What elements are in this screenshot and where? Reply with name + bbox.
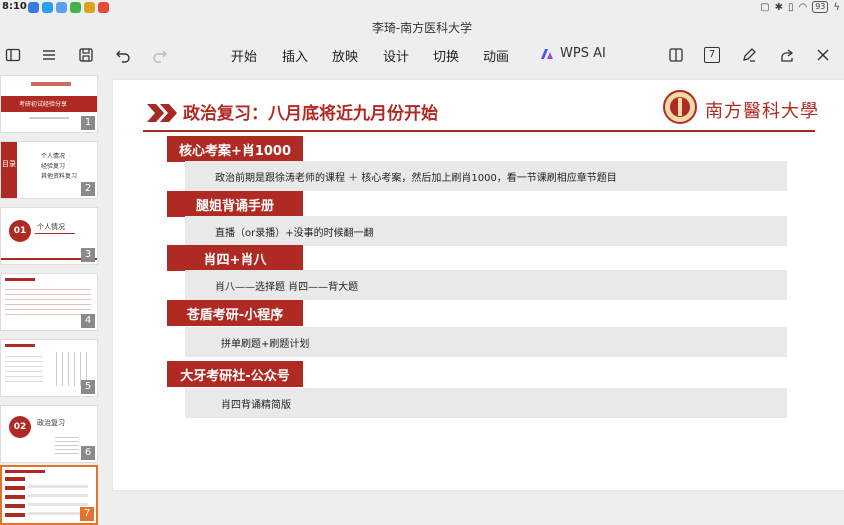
layout-icon[interactable] [665, 44, 687, 66]
thumb-number: 5 [81, 380, 95, 394]
thumb-number: 3 [81, 248, 95, 262]
title-divider [143, 130, 815, 132]
slide-thumbnail-7[interactable]: 7 [0, 465, 98, 525]
thumb-2-item: 其他资料复习 [41, 173, 78, 180]
slide-title: 政治复习：八月底将近九月份开始 [183, 104, 438, 124]
toolbar: 开始 插入 放映 设计 切换 动画 WPS AI 7 [0, 40, 844, 70]
thumb-number: 7 [80, 507, 94, 521]
status-bar: 8:10 ▢ ✱ ▯ ◠ 93 ϟ [0, 0, 844, 16]
thumb-content [28, 479, 88, 517]
battery-indicator: 93 [812, 1, 829, 13]
pen-icon[interactable] [738, 44, 760, 66]
bluetooth-icon: ✱ [774, 1, 783, 13]
thumb-3-title: 个人情况 [37, 223, 65, 231]
slide-thumbnail-5[interactable]: 5 [0, 339, 98, 397]
thumb-1-title: 考研初试经验分享 [19, 101, 68, 108]
app-icon [98, 2, 109, 13]
thumb-side-band [1, 142, 17, 198]
university-logo: 南方醫科大學 [663, 88, 841, 128]
slide-canvas[interactable]: 政治复习：八月底将近九月份开始 南方醫科大學 核心考案+肖1000 政治前期是跟… [113, 80, 844, 490]
slide-thumbnail-2[interactable]: 目录 个人情况 经验复习 其他资料复习 2 [0, 141, 98, 199]
university-emblem-icon [663, 90, 697, 124]
status-app-icons [28, 2, 109, 13]
thumb-6-title: 政治复习 [37, 419, 65, 427]
wps-ai-label: WPS AI [560, 46, 606, 61]
section-body: 直播（or录播）+没事的时候翻一翻 [185, 216, 787, 246]
thumb-block [5, 504, 25, 508]
app-icon [28, 2, 39, 13]
menu-icon[interactable] [38, 44, 60, 66]
thumb-number: 1 [81, 116, 95, 130]
thumb-line [35, 233, 75, 234]
slide-thumbnails-panel: 考研初试经验分享 1 目录 个人情况 经验复习 其他资料复习 2 01 个人情况… [0, 70, 100, 525]
thumb-line [29, 117, 69, 119]
university-name: 南方醫科大學 [705, 101, 819, 122]
thumb-logo-mark [31, 82, 71, 86]
slide-thumbnail-4[interactable]: 4 [0, 273, 98, 331]
close-icon[interactable] [812, 44, 834, 66]
app-icon [42, 2, 53, 13]
thumb-block [5, 477, 25, 481]
thumb-3-number: 01 [9, 220, 31, 242]
menu-start[interactable]: 开始 [231, 46, 257, 65]
slide-thumbnail-3[interactable]: 01 个人情况 3 [0, 207, 98, 265]
section-heading: 大牙考研社-公众号 [167, 361, 303, 387]
menu-transition[interactable]: 切换 [433, 46, 459, 65]
thumb-line [5, 470, 45, 473]
undo-icon[interactable] [112, 44, 134, 66]
section-heading: 核心考案+肖1000 [167, 136, 303, 162]
page-number-icon[interactable]: 7 [701, 44, 723, 66]
app-icon [84, 2, 95, 13]
document-title: 李琦-南方医科大学 [371, 21, 473, 35]
section-heading: 腿姐背诵手册 [167, 191, 303, 217]
thumb-line [5, 344, 35, 347]
thumb-number: 4 [81, 314, 95, 328]
wps-ai-button[interactable]: WPS AI [540, 46, 606, 61]
thumb-block [5, 486, 25, 490]
status-indicators: ▢ ✱ ▯ ◠ 93 ϟ [760, 1, 840, 13]
thumb-content [5, 285, 91, 319]
thumb-2-item: 经验复习 [41, 163, 66, 170]
thumb-2-title: 目录 [2, 160, 16, 168]
app-icon [70, 2, 81, 13]
thumb-6-number: 02 [9, 416, 31, 438]
thumb-line [5, 278, 35, 281]
thumb-2-item: 个人情况 [41, 153, 66, 160]
charging-icon: ϟ [833, 1, 840, 13]
menu-design[interactable]: 设计 [383, 46, 409, 65]
thumb-number: 2 [81, 182, 95, 196]
section-heading: 苍盾考研-小程序 [167, 300, 303, 326]
double-chevron-icon [147, 104, 177, 122]
thumb-block [5, 495, 25, 499]
wps-ai-logo-icon [540, 48, 554, 60]
slide-thumbnail-6[interactable]: 02 政治复习 6 [0, 405, 98, 463]
slide-thumbnail-1[interactable]: 考研初试经验分享 1 [0, 75, 98, 133]
thumb-content [55, 434, 79, 454]
vibrate-icon: ▯ [787, 1, 794, 13]
section-body: 肖八——选择题 肖四——背大题 [185, 270, 787, 300]
thumb-block [5, 513, 25, 517]
sidebar-toggle-icon[interactable] [2, 44, 24, 66]
nfc-icon: ▢ [760, 1, 770, 13]
section-body: 政治前期是跟徐涛老师的课程 ＋ 核心考案，然后加上刷肖1000，看一节课刷相应章… [185, 161, 787, 191]
menu-slideshow[interactable]: 放映 [332, 46, 358, 65]
section-body: 肖四背诵精简版 [185, 388, 787, 418]
menu-insert[interactable]: 插入 [282, 46, 308, 65]
menu-animation[interactable]: 动画 [483, 46, 509, 65]
page-number-box: 7 [704, 47, 720, 63]
share-icon[interactable] [776, 44, 798, 66]
status-time: 8:10 [2, 1, 27, 12]
app-icon [56, 2, 67, 13]
thumb-content [5, 352, 43, 386]
redo-icon[interactable] [149, 44, 171, 66]
thumb-number: 6 [81, 446, 95, 460]
wifi-icon: ◠ [798, 1, 808, 13]
section-body: 拼单刷题+刷题计划 [185, 327, 787, 357]
save-icon[interactable] [75, 44, 97, 66]
section-heading: 肖四+肖八 [167, 245, 303, 271]
